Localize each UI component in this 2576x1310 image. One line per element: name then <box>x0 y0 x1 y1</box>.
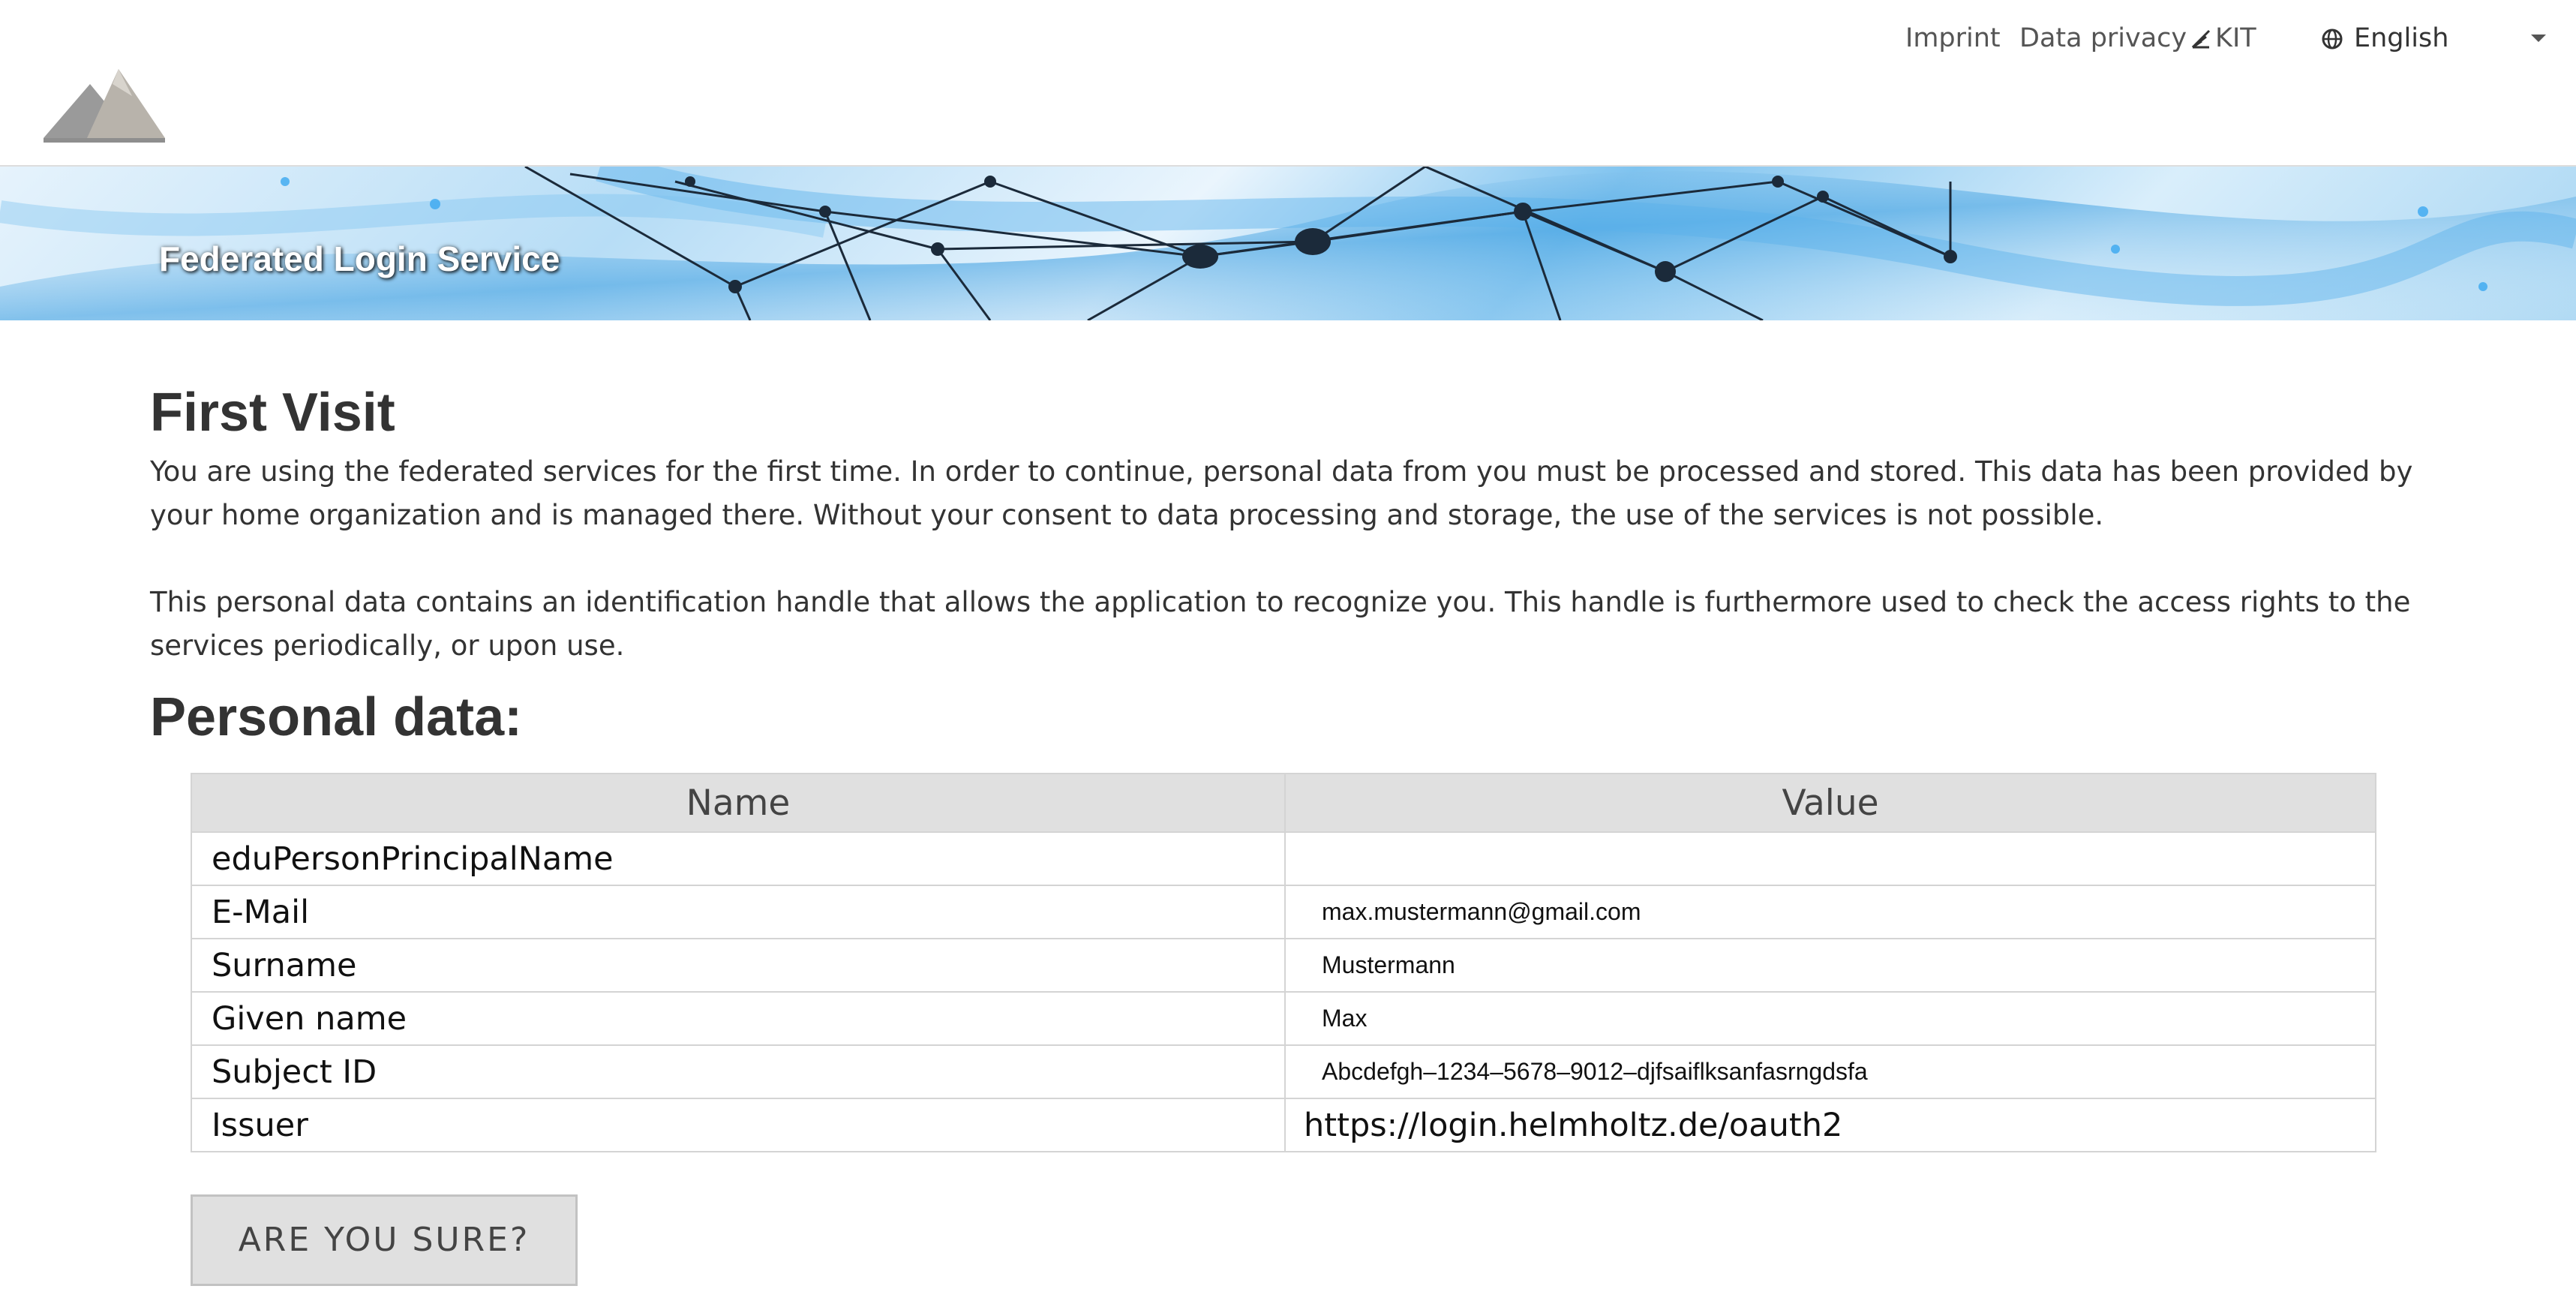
imprint-link[interactable]: Imprint <box>1905 20 2001 57</box>
kit-logo-icon <box>2191 29 2211 49</box>
service-title: Federated Login Service <box>159 239 560 278</box>
handle-paragraph: This personal data contains an identific… <box>150 586 2411 662</box>
kit-link[interactable]: KIT <box>2191 20 2256 57</box>
table-row: Issuer https://login.helmholtz.de/oauth2 <box>191 1098 2376 1152</box>
attribute-value: max.mustermann@gmail.com <box>1284 885 2376 939</box>
attribute-name: Issuer <box>191 1098 1286 1152</box>
table-row: Surname Mustermann <box>191 938 2376 993</box>
intro-paragraph: You are using the federated services for… <box>150 455 2413 531</box>
top-navigation: Imprint Data privacy KIT English <box>0 20 2576 57</box>
attribute-value: Max <box>1284 991 2376 1046</box>
personal-data-heading: Personal data: <box>150 687 523 747</box>
globe-icon <box>2322 29 2343 50</box>
table-row: Subject ID Abcdefgh–1234–5678–9012–djfsa… <box>191 1044 2376 1099</box>
table-row: Given name Max <box>191 991 2376 1046</box>
attribute-value: Abcdefgh–1234–5678–9012–djfsaiflksanfasr… <box>1284 1044 2376 1099</box>
attribute-name: Surname <box>191 938 1286 993</box>
attribute-name: eduPersonPrincipalName <box>191 831 1286 886</box>
caret-down-icon <box>2531 35 2546 42</box>
page-title: First Visit <box>150 383 395 443</box>
attribute-name: Given name <box>191 991 1286 1046</box>
language-selector[interactable]: English <box>2321 20 2546 57</box>
attribute-name: E-Mail <box>191 885 1286 939</box>
mountain-logo <box>44 69 165 143</box>
main-content: First Visit You are using the federated … <box>150 375 2423 755</box>
attribute-name: Subject ID <box>191 1044 1286 1099</box>
attribute-value: Mustermann <box>1284 938 2376 993</box>
attribute-value: https://login.helmholtz.de/oauth2 <box>1284 1098 2376 1152</box>
table-row: E-Mail max.mustermann@gmail.com <box>191 885 2376 939</box>
attribute-value <box>1284 831 2376 886</box>
banner: Federated Login Service <box>0 165 2576 320</box>
language-selected: English <box>2354 23 2449 53</box>
are-you-sure-button[interactable]: ARE YOU SURE? <box>191 1194 578 1286</box>
column-header-name: Name <box>191 773 1286 833</box>
data-privacy-link[interactable]: Data privacy <box>2019 20 2187 57</box>
kit-link-label: KIT <box>2215 23 2256 53</box>
table-header-row: Name Value <box>191 773 2376 833</box>
column-header-value: Value <box>1284 773 2376 833</box>
personal-data-table: Name Value eduPersonPrincipalName E-Mail… <box>191 773 2376 1152</box>
table-row: eduPersonPrincipalName <box>191 831 2376 886</box>
